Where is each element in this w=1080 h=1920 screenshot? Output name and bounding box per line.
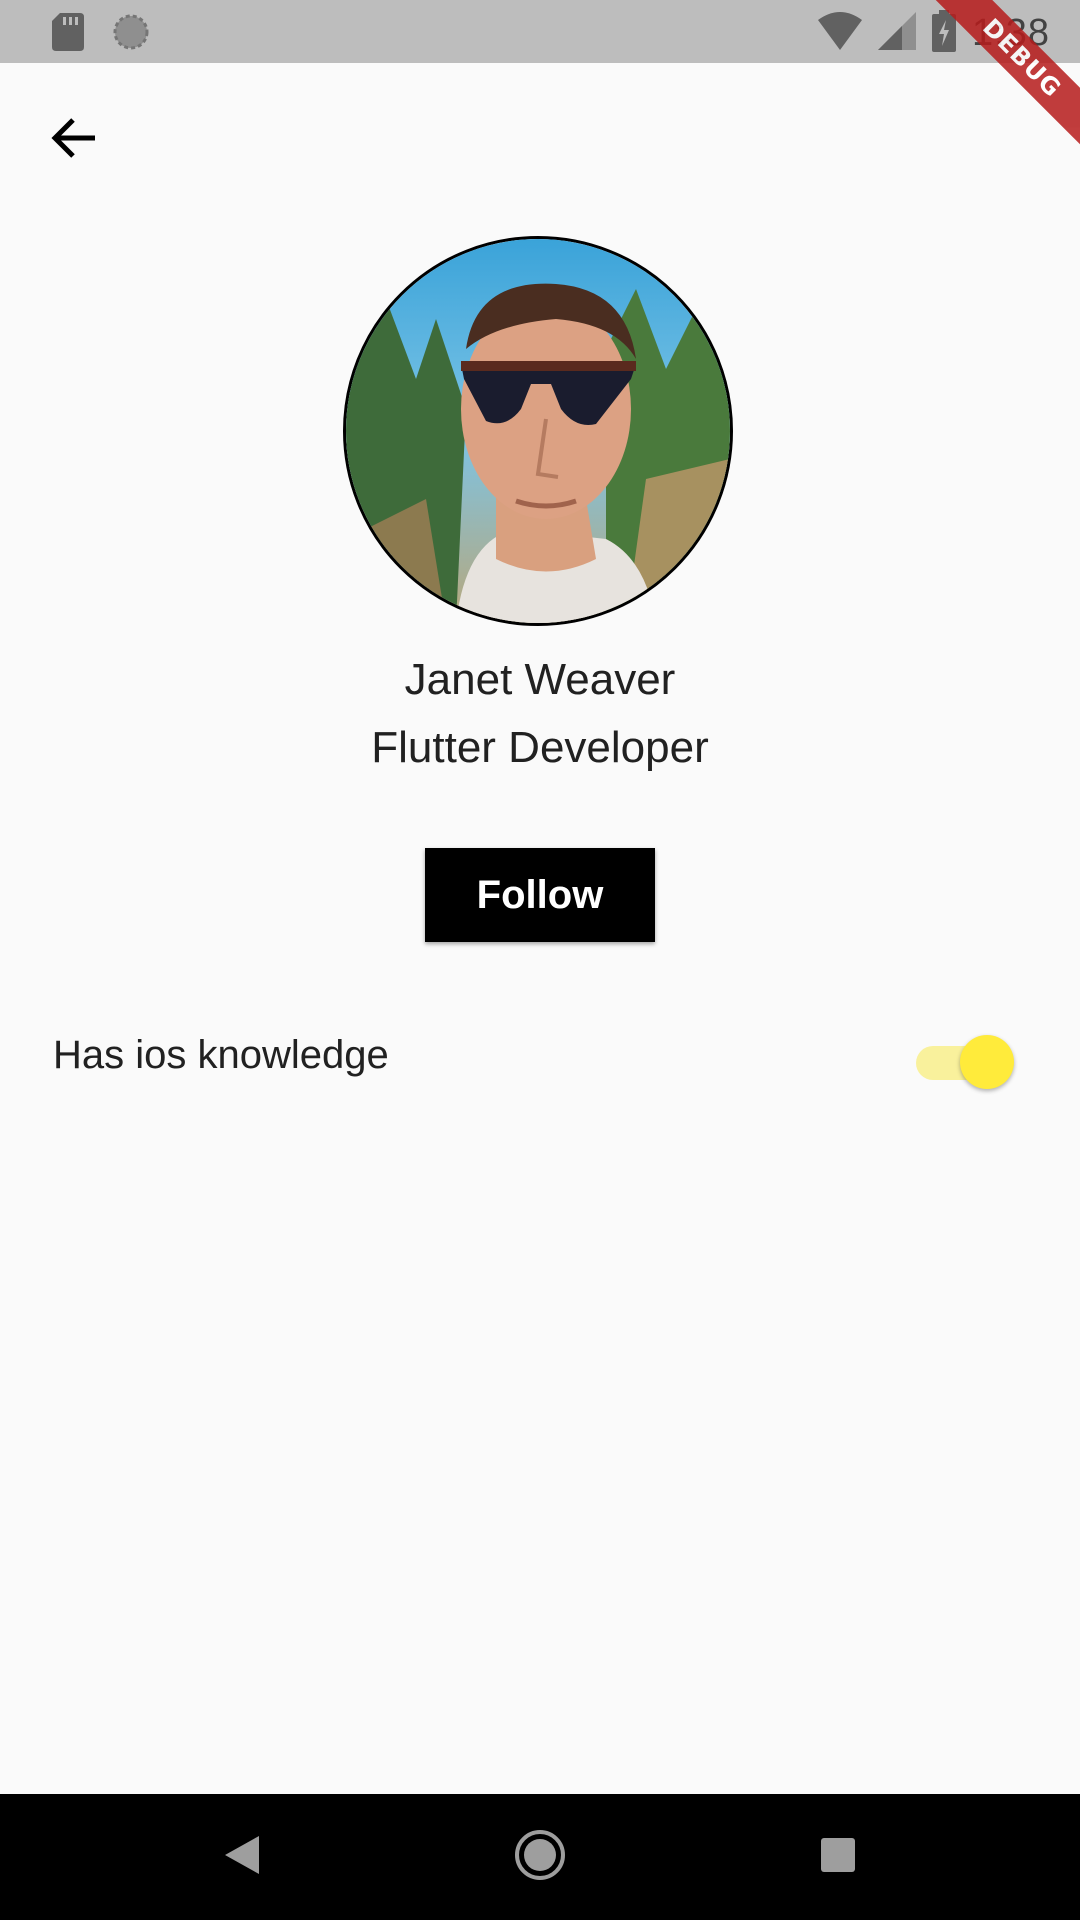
ios-knowledge-setting: Has ios knowledge — [0, 1020, 1080, 1100]
ios-knowledge-switch[interactable] — [916, 1035, 1014, 1089]
ios-knowledge-label: Has ios knowledge — [53, 1033, 389, 1077]
nav-home-button[interactable] — [480, 1794, 600, 1920]
status-bar: 1:38 — [0, 0, 1080, 63]
avatar-photo — [346, 239, 730, 623]
nav-back-button[interactable] — [182, 1794, 302, 1920]
wifi-icon — [818, 12, 863, 55]
sd-card-icon — [52, 13, 84, 56]
avatar — [343, 236, 733, 626]
home-circle-icon — [514, 1829, 566, 1886]
battery-icon — [932, 10, 957, 57]
back-triangle-icon — [225, 1835, 259, 1879]
signal-icon — [878, 12, 917, 55]
profile-role: Flutter Developer — [371, 723, 709, 772]
back-button[interactable] — [40, 105, 110, 175]
status-right-icons: 1:38 — [818, 10, 1050, 57]
switch-thumb — [960, 1035, 1014, 1089]
profile-name: Janet Weaver — [404, 655, 676, 704]
arrow-back-icon — [51, 116, 99, 165]
follow-button[interactable]: Follow — [425, 848, 655, 942]
recents-square-icon — [821, 1837, 855, 1877]
sync-icon — [112, 13, 150, 56]
status-time: 1:38 — [972, 12, 1050, 54]
status-left-icons — [52, 13, 150, 56]
system-nav-bar — [0, 1794, 1080, 1920]
nav-recents-button[interactable] — [778, 1794, 898, 1920]
